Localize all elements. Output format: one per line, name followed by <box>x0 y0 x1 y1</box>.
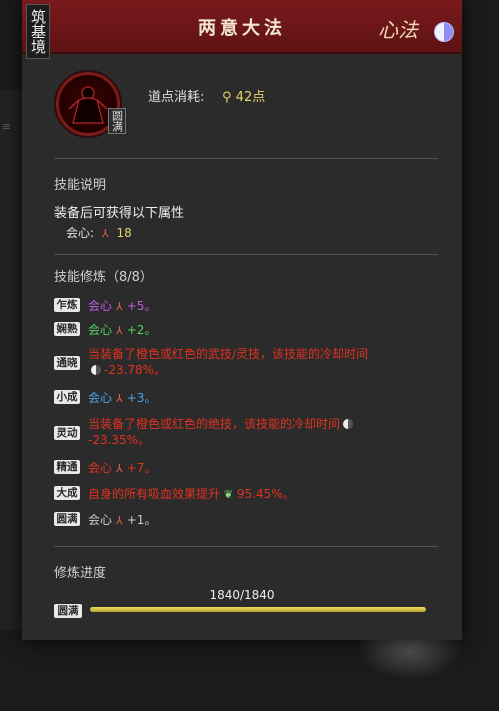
row-text: 当装备了橙色或红色的武技/灵技，该技能的冷却时间 -23.78%。 <box>88 346 448 378</box>
tri-blade-icon: ⅄ <box>116 392 123 405</box>
panel-header: 两意大法 心法 <box>22 0 462 54</box>
stage-tag: 娴熟 <box>54 322 80 336</box>
skill-detail-panel: 两意大法 心法 筑基境 圆满 道点消耗: ⚲ 42点 技能说明 装备后可获得以下… <box>22 0 462 640</box>
mastery-badge-text: 圆满 <box>110 110 124 132</box>
tri-blade-icon: ⅄ <box>116 300 123 313</box>
row-stat: 会心 <box>88 513 113 527</box>
background-ornament <box>360 640 460 680</box>
realm-seal: 筑基境 <box>26 4 50 59</box>
row-value: 95.45%。 <box>236 487 295 501</box>
row-desc-line1: 当装备了橙色或红色的绝技，该技能的冷却时间 <box>88 416 448 432</box>
stage-tag: 大成 <box>54 486 80 500</box>
stage-tag: 小成 <box>54 390 80 404</box>
cultivation-row: 灵动 当装备了橙色或红色的绝技，该技能的冷却时间 -23.35%。 <box>54 416 454 450</box>
moon-icon <box>91 365 101 375</box>
tri-blade-icon: ⅄ <box>101 227 109 240</box>
row-desc: 当装备了橙色或红色的武技/灵技，该技能的冷却时间 <box>88 347 369 361</box>
cost-label: 道点消耗: <box>148 90 205 105</box>
tri-blade-icon: ⅄ <box>116 514 123 527</box>
realm-seal-text: 筑基境 <box>29 9 47 54</box>
cost-value-text: 42点 <box>235 90 266 105</box>
row-value: +2。 <box>126 323 157 337</box>
cultivation-title: 技能修炼（8/8） <box>54 270 153 285</box>
robed-figure-icon <box>68 86 108 124</box>
row-stat: 会心 <box>88 299 113 313</box>
row-value: +7。 <box>126 461 157 475</box>
mastery-badge: 圆满 <box>108 108 126 134</box>
stage-tag: 圆满 <box>54 512 80 526</box>
row-text: 会心 ⅄ +3。 <box>88 390 448 407</box>
row-text: 会心 ⅄ +1。 <box>88 512 448 529</box>
progress-stage-tag: 圆满 <box>54 604 82 618</box>
row-text: 自身的所有吸血效果提升 ❦ 95.45%。 <box>88 486 448 503</box>
row-text: 当装备了橙色或红色的绝技，该技能的冷却时间 -23.35%。 <box>88 416 448 448</box>
row-value: +1。 <box>126 513 157 527</box>
cost-value: ⚲ 42点 <box>222 86 265 105</box>
row-desc-line2: -23.78%。 <box>88 362 448 378</box>
tri-blade-icon: ⅄ <box>116 324 123 337</box>
row-value: -23.35%。 <box>88 433 151 447</box>
divider <box>54 254 438 255</box>
leaf-heart-icon: ❦ <box>223 488 234 501</box>
attr-name: 会心: <box>66 226 95 240</box>
row-value: +3。 <box>126 391 157 405</box>
attr-crit: 会心: ⅄ 18 <box>66 224 132 241</box>
skill-desc-title: 技能说明 <box>54 178 107 193</box>
row-stat: 会心 <box>88 391 113 405</box>
skill-desc-text: 装备后可获得以下属性 <box>54 206 185 221</box>
row-desc: 当装备了橙色或红色的绝技，该技能的冷却时间 <box>88 417 341 431</box>
taiji-icon[interactable] <box>434 22 454 42</box>
progress-label: 修炼进度 <box>54 566 107 581</box>
moon-icon <box>343 419 354 429</box>
row-text: 会心 ⅄ +7。 <box>88 460 448 477</box>
location-pin-icon: ⚲ <box>222 90 232 105</box>
background-ghost: ≡ <box>2 120 12 133</box>
row-value: +5。 <box>126 299 157 313</box>
stage-tag: 通晓 <box>54 356 80 370</box>
row-stat: 会心 <box>88 461 113 475</box>
calligraphy-mark: 心法 <box>378 18 418 42</box>
progress-track <box>90 607 426 612</box>
stage-tag: 灵动 <box>54 426 80 440</box>
progress-fill <box>90 607 426 612</box>
cultivation-row: 通晓 当装备了橙色或红色的武技/灵技，该技能的冷却时间 -23.78%。 <box>54 346 454 380</box>
row-stat: 会心 <box>88 323 113 337</box>
tri-blade-icon: ⅄ <box>116 462 123 475</box>
row-text: 会心 ⅄ +2。 <box>88 322 448 339</box>
divider <box>54 158 438 159</box>
progress-value: 1840/1840 <box>209 588 275 602</box>
row-text: 会心 ⅄ +5。 <box>88 298 448 315</box>
attr-value: 18 <box>116 226 132 240</box>
row-value: -23.78%。 <box>104 363 167 377</box>
divider <box>54 546 438 547</box>
stage-tag: 精通 <box>54 460 80 474</box>
background-panel <box>0 90 22 630</box>
stage-tag: 乍炼 <box>54 298 80 312</box>
row-desc: 自身的所有吸血效果提升 <box>88 487 221 501</box>
